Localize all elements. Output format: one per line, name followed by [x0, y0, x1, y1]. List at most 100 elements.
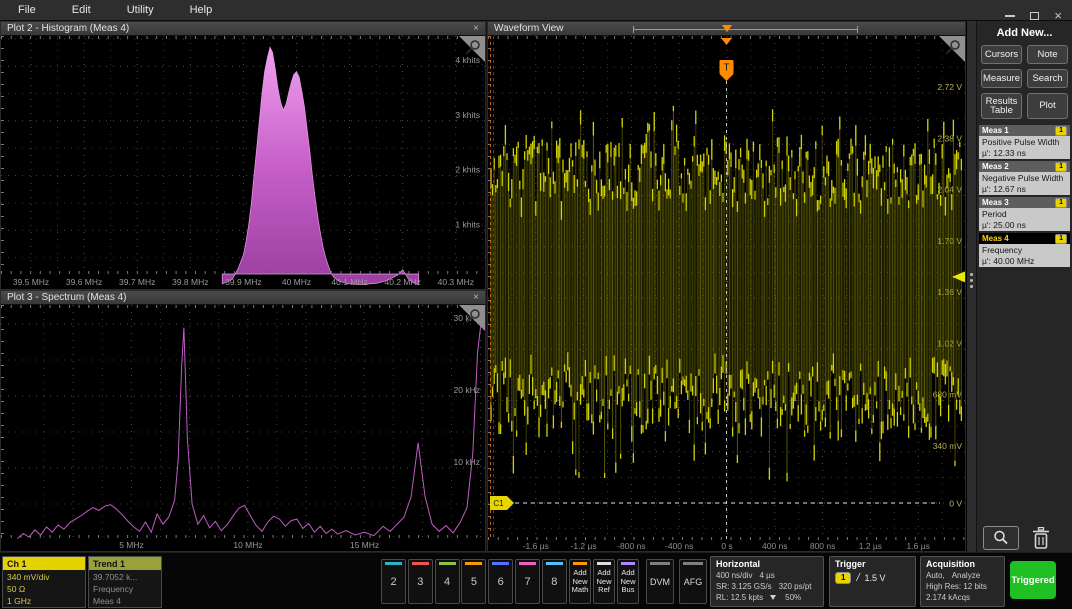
settings-value: 400 ns/div [716, 570, 752, 581]
histogram-close-icon[interactable]: × [473, 24, 479, 34]
measurement-chip-2[interactable]: Meas 2 1Negative Pulse Widthµ': 12.67 ns [979, 161, 1070, 195]
measurement-label: Frequency [982, 245, 1067, 256]
channel-button-7[interactable]: 7 [515, 559, 540, 604]
cursor-c1-tag[interactable]: C1 [490, 496, 514, 510]
magnifier-icon [991, 528, 1011, 548]
waveform-v-label: 340 mV [933, 441, 963, 451]
histogram-x-label: 39.5 MHz [13, 277, 49, 287]
sidebar-button-search[interactable]: Search [1027, 69, 1068, 88]
menu-bar: File Edit Utility Help [0, 0, 1072, 21]
histogram-title: Plot 2 - Histogram (Meas 4) [7, 23, 129, 34]
sidebar-button-plot[interactable]: Plot [1027, 93, 1068, 119]
trash-button[interactable] [1031, 527, 1051, 550]
channel-button-4[interactable]: 4 [435, 559, 460, 604]
settings-row: SR: 3.125 GS/s320 ps/pt [716, 581, 818, 592]
channel-color-stripe [385, 562, 402, 565]
waveform-t-label: -1.6 µs [523, 541, 549, 551]
afg-button[interactable]: AFG [679, 559, 707, 604]
window-controls: × [1005, 11, 1062, 21]
instrument-stripe [683, 562, 703, 565]
spectrum-y-label: 10 kHz [454, 457, 480, 467]
waveform-v-label: 2.38 V [937, 133, 962, 143]
settings-row: 400 ns/div 4 µs [716, 570, 818, 581]
minimize-icon[interactable] [1005, 15, 1015, 17]
add-new-bus-button[interactable]: AddNewBus [617, 559, 639, 604]
measurement-source-badge: 1 [1055, 126, 1067, 136]
histogram-x-label: 40.1 MHz [331, 277, 367, 287]
histogram-title-bar[interactable]: Plot 2 - Histogram (Meas 4) × [1, 22, 485, 36]
measurement-name: Meas 2 [982, 162, 1009, 171]
plot-zoom-corner-icon[interactable] [939, 36, 965, 62]
horizontal-panel[interactable]: Horizontal 400 ns/div4 µsSR: 3.125 GS/s3… [710, 556, 824, 607]
sidebar-button-cursors[interactable]: Cursors [981, 45, 1022, 64]
triggered-status-badge: Triggered [1010, 561, 1056, 599]
measurement-body: Negative Pulse Widthµ': 12.67 ns [979, 172, 1070, 195]
close-icon[interactable]: × [1054, 11, 1062, 21]
menu-item-file[interactable]: File [18, 4, 36, 16]
trigger-slope-icon: / [856, 572, 859, 584]
measurement-chip-3[interactable]: Meas 31Periodµ': 25.00 ns [979, 197, 1070, 231]
channel-1-settings: 340 mV/div 50 Ω 1 GHz [3, 570, 85, 607]
spectrum-y-label: 20 kHz [454, 385, 480, 395]
measurement-label: Period [982, 209, 1067, 220]
waveform-t-label: -400 ns [665, 541, 693, 551]
trigger-position-marker-icon[interactable] [722, 25, 732, 32]
measurement-value: µ': 25.00 ns [982, 220, 1067, 231]
trend-1-badge[interactable]: Trend 1 39.7052 k... Frequency Meas 4 [88, 556, 162, 608]
trigger-level-value: 1.5 V [865, 573, 886, 583]
add-new-math-button[interactable]: AddNewMath [569, 559, 591, 604]
instrument-stripe [650, 562, 670, 565]
channel-color-stripe [465, 562, 482, 565]
histogram-y-label: 2 khits [455, 165, 480, 175]
channel-1-badge[interactable]: Ch 1 340 mV/div 50 Ω 1 GHz [2, 556, 86, 608]
channel-button-3[interactable]: 3 [408, 559, 433, 604]
channel-color-stripe [439, 562, 456, 565]
measurement-chip-4[interactable]: Meas 41Frequencyµ': 40.00 MHz [979, 233, 1070, 267]
channel-button-5[interactable]: 5 [461, 559, 486, 604]
sidebar-button-note[interactable]: Note [1027, 45, 1068, 64]
oscilloscope-app: File Edit Utility Help × Plot 2 - Histogram… [0, 0, 1072, 609]
measurement-chip-1[interactable]: Meas 1 1Positive Pulse Widthµ': 12.33 ns [979, 125, 1070, 159]
settings-value: 4 µs [759, 570, 774, 581]
dvm-button[interactable]: DVM [646, 559, 674, 604]
channel-color-stripe [546, 562, 563, 565]
restore-icon[interactable] [1030, 12, 1039, 20]
trigger-panel[interactable]: Trigger 1 / 1.5 V [829, 556, 916, 607]
trigger-source-badge: 1 [835, 572, 851, 584]
menu-item-help[interactable]: Help [190, 4, 213, 16]
settings-row: 2.174 kAcqs [926, 592, 999, 603]
histogram-series [222, 47, 418, 284]
settings-value: SR: 3.125 GS/s [716, 581, 772, 592]
trigger-flag-icon[interactable]: T [720, 60, 734, 81]
channel-button-8[interactable]: 8 [542, 559, 567, 604]
histogram-x-label: 39.8 MHz [172, 277, 208, 287]
channel-button-label: 2 [390, 576, 396, 588]
trigger-top-marker-icon [721, 38, 732, 45]
measurement-body: Positive Pulse Widthµ': 12.33 ns [979, 136, 1070, 159]
settings-value: Auto, [926, 570, 945, 581]
channel-button-6[interactable]: 6 [488, 559, 513, 604]
horizontal-position-slider[interactable] [633, 25, 858, 34]
acquisition-panel[interactable]: Acquisition Auto,AnalyzeHigh Res: 12 bit… [920, 556, 1005, 607]
panel-splitter-scrollbar[interactable] [966, 21, 976, 552]
measurement-name: Meas 1 [982, 126, 1009, 135]
waveform-title-bar[interactable]: Waveform View [488, 22, 965, 36]
settings-value: Analyze [952, 570, 980, 581]
menu-item-edit[interactable]: Edit [72, 4, 91, 16]
sidebar-button-measure[interactable]: Measure [981, 69, 1022, 88]
spectrum-title-bar[interactable]: Plot 3 - Spectrum (Meas 4) × [1, 291, 485, 305]
channel-button-2[interactable]: 2 [381, 559, 406, 604]
zoom-tool-button[interactable] [983, 526, 1019, 550]
spectrum-close-icon[interactable]: × [473, 293, 479, 303]
bottom-settings-bar: Ch 1 340 mV/div 50 Ω 1 GHz Trend 1 39.70… [0, 552, 1072, 609]
more-dots-icon[interactable] [970, 273, 973, 288]
sidebar-button-results-table[interactable]: Results Table [981, 93, 1022, 119]
measurement-header: Meas 31 [979, 197, 1070, 208]
menu-item-utility[interactable]: Utility [127, 4, 154, 16]
add-new-ref-button[interactable]: AddNewRef [593, 559, 615, 604]
settings-value: High Res: 12 bits [926, 581, 987, 592]
histogram-x-label: 39.6 MHz [66, 277, 102, 287]
measurement-source-badge: 1 [1055, 162, 1067, 172]
measurement-name: Meas 3 [982, 198, 1009, 207]
channel-button-label: 6 [498, 576, 504, 588]
